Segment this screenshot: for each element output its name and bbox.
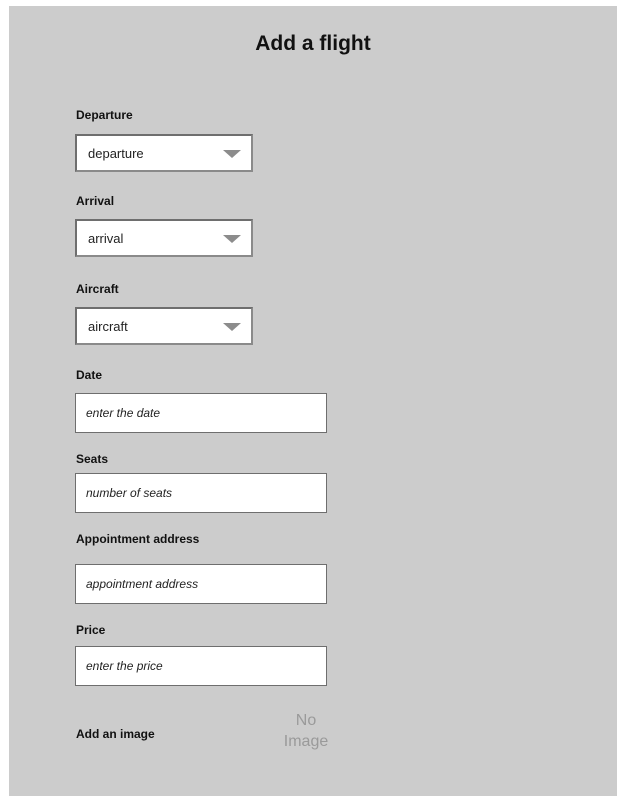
chevron-down-icon <box>223 150 241 158</box>
appointment-address-label: Appointment address <box>76 532 200 546</box>
aircraft-label: Aircraft <box>76 282 119 296</box>
seats-label: Seats <box>76 452 109 466</box>
price-input[interactable] <box>75 646 327 686</box>
price-label: Price <box>76 623 106 637</box>
chevron-down-icon <box>223 235 241 243</box>
departure-select-value: departure <box>88 146 144 161</box>
date-input[interactable] <box>75 393 327 433</box>
arrival-label: Arrival <box>76 194 115 208</box>
arrival-select[interactable]: arrival <box>75 219 253 257</box>
appointment-address-input[interactable] <box>75 564 327 604</box>
aircraft-select-value: aircraft <box>88 319 128 334</box>
departure-label: Departure <box>76 108 133 122</box>
add-image-label: Add an image <box>76 727 155 741</box>
date-label: Date <box>76 368 103 382</box>
departure-select[interactable]: departure <box>75 134 253 172</box>
page-title: Add a flight <box>255 32 371 55</box>
arrival-select-value: arrival <box>88 231 124 246</box>
seats-input[interactable] <box>75 473 327 513</box>
aircraft-select[interactable]: aircraft <box>75 307 253 345</box>
add-flight-form: Add a flight Departure departure Arrival… <box>9 6 617 796</box>
image-placeholder-line2: Image <box>283 733 329 750</box>
image-placeholder[interactable]: No Image <box>271 710 341 752</box>
chevron-down-icon <box>223 323 241 331</box>
image-placeholder-line1: No <box>295 712 317 729</box>
